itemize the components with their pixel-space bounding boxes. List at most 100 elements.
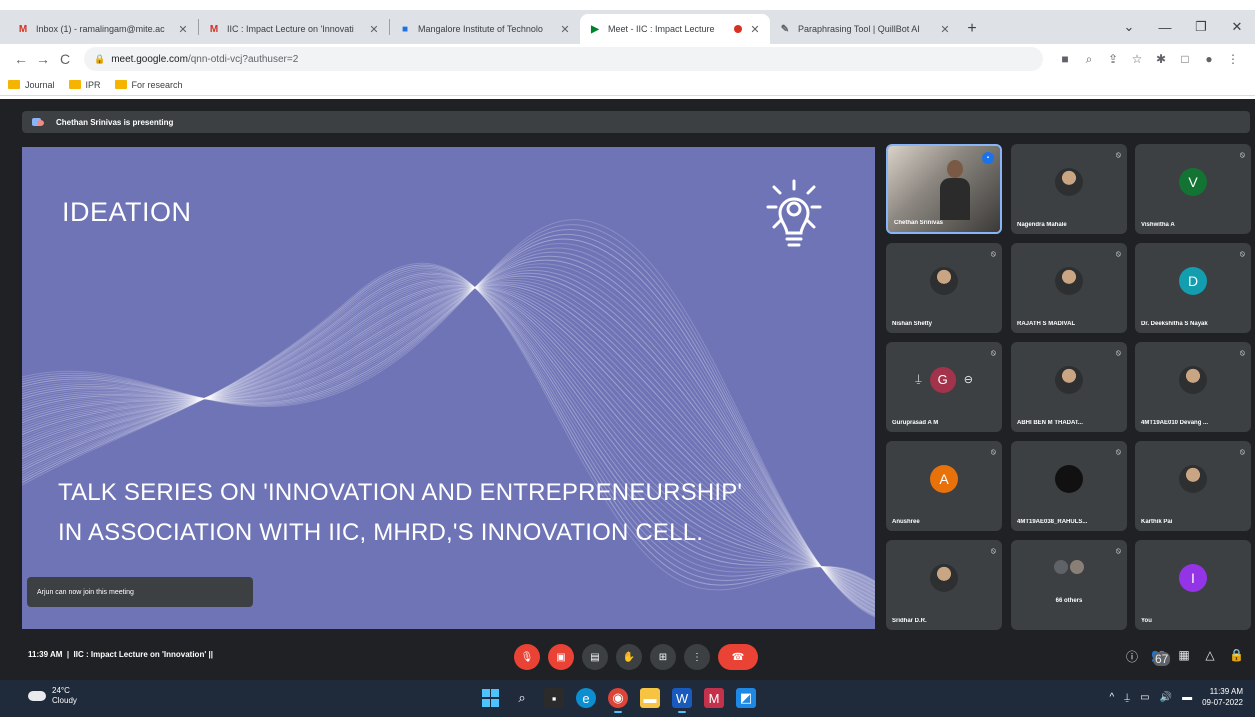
forward-icon[interactable]: → [32,51,54,67]
host-controls-icon[interactable]: 🔒 [1229,648,1244,676]
bookmark-star-icon[interactable]: ☆ [1125,52,1149,67]
meet-stage: Chethan Srinivas is presenting IDEATION … [0,99,1255,660]
camera-icon[interactable]: ■ [1053,52,1077,67]
more-options-button[interactable]: ⋮ [684,644,710,670]
mic-tray-icon[interactable]: ⍊ [1124,692,1130,703]
meeting-details: 11:39 AM | IIC : Impact Lecture on 'Inno… [28,650,213,659]
clock-time: 11:39 AM [1209,687,1243,696]
toolbar-icons: ■ ⌕ ⇪ ☆ ✱ □ ● ⋮ [1053,52,1245,67]
bookmark-for-research[interactable]: For research [114,80,183,90]
edge-icon[interactable]: e [576,688,596,708]
tab-quillbot[interactable]: ✎ Paraphrasing Tool | QuillBot AI ✕ [770,14,960,44]
captions-button[interactable]: ▤ [582,644,608,670]
tab-iic-lecture[interactable]: M IIC : Impact Lecture on 'Innovati ✕ [199,14,389,44]
meeting-time: 11:39 AM [28,650,63,659]
task-view-icon[interactable]: ▪ [544,688,564,708]
participant-tile-deekshitha[interactable]: ⦸ D Dr. Deekshitha S Nayak [1135,243,1251,333]
bookmark-journal[interactable]: Journal [8,80,55,90]
display-icon[interactable]: ▭ [1140,692,1149,703]
volume-icon[interactable]: 🔊 [1160,692,1172,703]
raise-hand-button[interactable]: ✋ [616,644,642,670]
pin-icon[interactable]: ⍊ [915,373,922,386]
participant-name: ABHI BEN M THADAT... [1017,420,1083,426]
presenting-text: Chethan Srinivas is presenting [56,117,174,127]
office-icon[interactable]: M [704,688,724,708]
tab-inbox[interactable]: M Inbox (1) - ramalingam@mite.ac ✕ [8,14,198,44]
tab-meet[interactable]: ▶ Meet - IIC : Impact Lecture ✕ [580,14,770,44]
leave-call-button[interactable]: ☎ [718,644,758,670]
participant-tile-anushree[interactable]: ⦸ A Anushree [886,441,1002,531]
reload-icon[interactable]: C [54,51,76,67]
sidepanel-icon[interactable]: □ [1173,52,1197,67]
participant-tile-chethan[interactable]: ▪ Chethan Srinivas [886,144,1002,234]
url-path: /qnn-otdi-vcj?authuser=2 [187,53,299,65]
bookmark-ipr[interactable]: IPR [68,80,101,90]
windows-start-icon[interactable] [480,688,500,708]
close-icon[interactable]: ✕ [938,23,952,36]
new-tab-button[interactable]: + [960,14,984,44]
participant-tile-nagendra[interactable]: ⦸ Nagendra Mahale [1011,144,1127,234]
participant-tile-devang[interactable]: ⦸ 4MT19AE010 Devang ... [1135,342,1251,432]
participant-name: Guruprasad A M [892,420,939,426]
file-explorer-icon[interactable]: ▬ [640,688,660,708]
window-close-icon[interactable]: ✕ [1219,19,1255,35]
word-icon[interactable]: W [672,688,692,713]
tab-mangalore[interactable]: ■ Mangalore Institute of Technolo ✕ [390,14,580,44]
minimize-icon[interactable]: — [1147,20,1183,35]
meet-control-bar: 11:39 AM | IIC : Impact Lecture on 'Inno… [0,634,1255,680]
participant-tile-guruprasad[interactable]: ⦸ ⍊ G ⊖ Guruprasad A M [886,342,1002,432]
back-icon[interactable]: ← [10,51,32,67]
weather-widget[interactable]: 24°C Cloudy [28,686,77,706]
avatar [1179,365,1207,394]
avatar [1055,266,1083,295]
close-icon[interactable]: ✕ [367,23,381,36]
mic-toggle-button[interactable]: 🎙 [514,644,540,670]
menu-icon[interactable]: ⋮ [1221,52,1245,67]
address-bar[interactable]: 🔒 meet.google.com /qnn-otdi-vcj?authuser… [84,47,1043,71]
taskbar-clock[interactable]: 11:39 AM 09-07-2022 [1202,686,1243,708]
zoom-icon[interactable]: ⌕ [1077,52,1101,67]
battery-icon[interactable]: ▬ [1182,692,1192,703]
participant-tile-vishwitha[interactable]: ⦸ V Vishwitha A [1135,144,1251,234]
mic-off-icon: ⦸ [990,348,996,357]
mic-off-icon: ⦸ [1239,150,1245,159]
people-icon[interactable]: 👥67 [1151,648,1171,676]
close-icon[interactable]: ✕ [558,23,572,36]
separator: | [64,650,74,659]
participant-tile-karthik[interactable]: ⦸ Karthik Pai [1135,441,1251,531]
wave-line [22,280,875,605]
tab-title: Paraphrasing Tool | QuillBot AI [798,24,920,34]
participant-tile-you[interactable]: I You [1135,540,1251,630]
chevron-up-icon[interactable]: ^ [1109,692,1114,703]
participant-tile-sridhar[interactable]: ⦸ Sridhar D.R. [886,540,1002,630]
participant-tile-others[interactable]: ⦸ 66 others [1011,540,1127,630]
photos-icon[interactable]: ◩ [736,688,756,708]
profile-avatar[interactable]: ● [1197,52,1221,67]
extensions-icon[interactable]: ✱ [1149,52,1173,67]
wave-line [22,269,875,608]
search-icon[interactable]: ⌕ [512,688,532,708]
slide-subtitle: TALK SERIES ON 'INNOVATION AND ENTREPREN… [58,473,742,553]
remove-icon[interactable]: ⊖ [964,373,973,386]
activities-icon[interactable]: △ [1203,648,1217,676]
participant-tile-abhiben[interactable]: ⦸ ABHI BEN M THADAT... [1011,342,1127,432]
present-button[interactable]: ⊞ [650,644,676,670]
participant-tile-rahuls[interactable]: ⦸ 4MT19AE038_RAHULS... [1011,441,1127,531]
chat-icon[interactable]: ▦ [1177,648,1191,676]
participant-tile-nishan[interactable]: ⦸ Nishan Shetty [886,243,1002,333]
tab-title: IIC : Impact Lecture on 'Innovati [227,24,354,34]
meet-icon: ▶ [591,23,599,35]
close-icon[interactable]: ✕ [176,23,190,36]
participant-name: Karthik Pai [1141,519,1173,525]
info-icon[interactable]: ⓘ [1125,648,1139,676]
close-icon[interactable]: ✕ [748,23,762,36]
share-icon[interactable]: ⇪ [1101,52,1125,67]
slide-subtitle-line2: IN ASSOCIATION WITH IIC, MHRD,'S INNOVAT… [58,519,704,546]
tab-search-icon[interactable]: ⌄ [1111,19,1147,35]
participant-tile-rajath[interactable]: ⦸ RAJATH S MADIVAL [1011,243,1127,333]
chrome-icon[interactable]: ◉ [608,688,628,713]
participant-name: Anushree [892,519,920,525]
camera-toggle-button[interactable]: ▣ [548,644,574,670]
taskbar-apps: ⌕ ▪ e ◉ ▬ W M ◩ [480,688,756,713]
restore-icon[interactable]: ❐ [1183,19,1219,35]
